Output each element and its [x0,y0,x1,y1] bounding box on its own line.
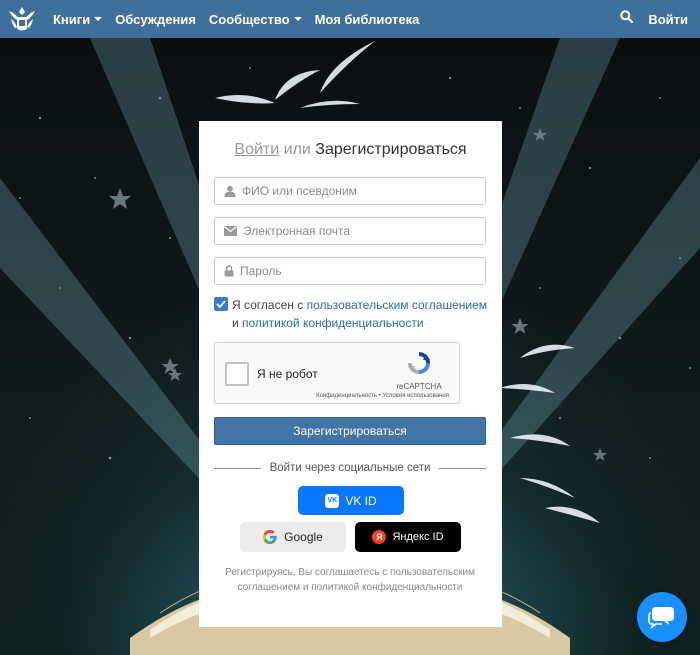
privacy-policy-link[interactable]: политикой конфиденциальности [242,316,423,330]
nav-community[interactable]: Сообщество [209,12,302,27]
register-footnote: Регистрируясь, Вы соглашаетесь с пользов… [225,567,475,593]
yandex-id-label: Яндекс ID [392,531,444,543]
vk-icon: VK [325,493,340,508]
user-icon [224,185,236,197]
nav-discussions-label: Обсуждения [115,11,196,27]
nav-discussions[interactable]: Обсуждения [115,12,196,27]
divider-line-left [214,467,261,469]
search-icon[interactable] [620,10,634,28]
divider-line-right [439,467,487,469]
name-field[interactable]: ФИО или псевдоним [214,177,486,205]
email-field[interactable]: Электронная почта [214,217,486,245]
tabs-separator: или [283,141,311,158]
chevron-down-icon [293,17,302,21]
email-placeholder: Электронная почта [243,224,351,238]
chat-button[interactable] [637,592,687,642]
recaptcha-label: Я не робот [257,367,318,381]
register-card: Войти или Зарегистрироваться ФИО или псе… [199,121,502,627]
agreement-prefix: Я согласен с [232,298,307,312]
yandex-id-button[interactable]: Я Яндекс ID [355,522,461,552]
vk-id-label: VK ID [345,493,377,508]
password-field[interactable]: Пароль [214,257,486,285]
nav-books-label: Книги [53,11,91,27]
social-divider: Войти через социальные сети [214,461,487,475]
agreement-middle: и [232,316,243,330]
chevron-down-icon [94,17,103,21]
google-label: Google [284,530,323,544]
recaptcha-logo-icon [408,352,430,374]
agreement-row: Я согласен с пользовательским соглашение… [214,296,489,332]
recaptcha-checkbox[interactable] [225,362,249,386]
google-icon [263,530,277,544]
site-logo[interactable] [4,0,40,38]
register-submit-button[interactable]: Зарегистрироваться [214,417,486,445]
nav-community-label: Сообщество [208,11,290,27]
recaptcha-brand: reCAPTCHA [389,350,449,391]
recaptcha-widget: Я не робот reCAPTCHA Конфиденциальность … [214,342,460,404]
checkmark-icon [216,300,226,308]
password-placeholder: Пароль [240,264,282,278]
chat-icon [648,607,674,629]
envelope-icon [224,226,237,236]
name-placeholder: ФИО или псевдоним [242,184,357,198]
user-agreement-link[interactable]: пользовательским соглашением [307,298,487,312]
tab-login[interactable]: Войти [234,141,279,158]
recaptcha-brand-name: reCAPTCHA [396,382,442,391]
social-divider-text: Войти через социальные сети [269,462,431,474]
recaptcha-terms[interactable]: Конфиденциальность • Условия использован… [316,393,449,399]
nav-login-link[interactable]: Войти [648,12,688,27]
tab-register[interactable]: Зарегистрироваться [315,141,466,158]
eagle-logo-icon [9,7,35,31]
top-nav-bar: Книги Обсуждения Сообщество Моя библиоте… [0,0,700,38]
auth-tabs: Войти или Зарегистрироваться [199,141,502,159]
yandex-icon: Я [372,530,387,544]
agreement-checkbox[interactable] [214,297,228,311]
vk-id-button[interactable]: VK VK ID [298,486,404,515]
nav-books[interactable]: Книги [53,11,103,27]
nav-my-library-label: Моя библиотека [314,11,420,27]
google-button[interactable]: Google [240,522,346,552]
nav-my-library[interactable]: Моя библиотека [315,12,420,27]
lock-icon [224,265,234,277]
